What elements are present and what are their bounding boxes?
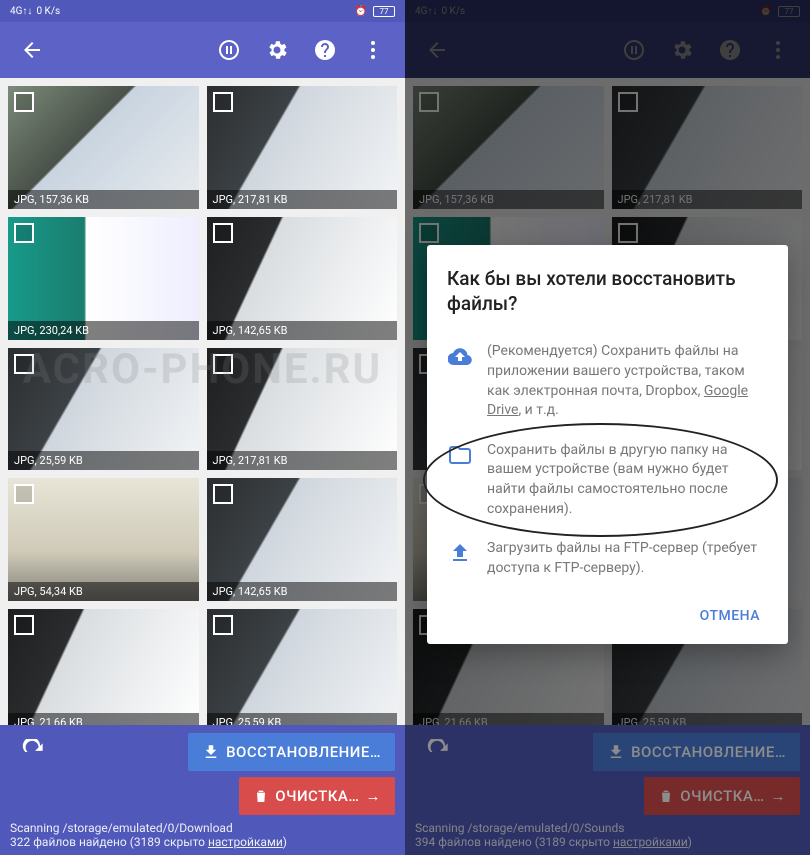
checkbox[interactable]: [14, 615, 34, 635]
checkbox[interactable]: [14, 484, 34, 504]
bottom-panel: ВОССТАНОВЛЕНИЕ… ОЧИСТКА… → Scanning /sto…: [0, 725, 405, 855]
settings-button[interactable]: [257, 30, 297, 70]
scan-count: 322 файлов найдено (3189 скрыто настройк…: [10, 835, 395, 849]
restore-label: ВОССТАНОВЛЕНИЕ…: [226, 743, 381, 761]
thumbnail-label: JPG, 142,65 KB: [207, 321, 398, 340]
thumbnail-label: JPG, 157,36 KB: [8, 190, 199, 209]
checkbox[interactable]: [213, 484, 233, 504]
status-bar: 4G↑↓ 0 K/s ⏰ 77: [0, 0, 405, 22]
option-cloud[interactable]: (Рекомендуется) Сохранить файлы на прило…: [447, 332, 768, 430]
thumbnail-item[interactable]: JPG, 54,34 KB: [8, 478, 199, 601]
dialog-title: Как бы вы хотели восстановить файлы?: [447, 267, 768, 316]
overflow-button[interactable]: [353, 30, 393, 70]
option-ftp[interactable]: Загрузить файлы на FTP-сервер (требует д…: [447, 529, 768, 588]
refresh-button[interactable]: [16, 734, 52, 770]
thumbnail-label: JPG, 142,65 KB: [207, 582, 398, 601]
phone-left: 4G↑↓ 0 K/s ⏰ 77 JPG, 157,36 KB JPG, 217,81…: [0, 0, 405, 855]
back-button[interactable]: [12, 30, 52, 70]
option-folder[interactable]: Сохранить файлы в другую папку на вашем …: [447, 431, 768, 529]
speed-indicator: 0 K/s: [36, 6, 60, 17]
checkbox[interactable]: [213, 92, 233, 112]
thumbnail-item[interactable]: JPG, 157,36 KB: [8, 86, 199, 209]
pause-button[interactable]: [209, 30, 249, 70]
restore-dialog: Как бы вы хотели восстановить файлы? (Ре…: [427, 245, 788, 644]
refresh-button[interactable]: [421, 734, 457, 770]
settings-link[interactable]: настройками: [613, 835, 688, 849]
scan-path: Scanning /storage/emulated/0/Download: [10, 821, 395, 835]
cleanup-button[interactable]: ОЧИСТКА… →: [239, 777, 395, 815]
checkbox[interactable]: [213, 615, 233, 635]
thumbnail-item[interactable]: JPG, 25,59 KB: [207, 609, 398, 732]
thumbnail-item[interactable]: JPG, 217,81 KB: [207, 86, 398, 209]
checkbox[interactable]: [14, 92, 34, 112]
thumbnail-item[interactable]: JPG, 230,24 KB: [8, 217, 199, 340]
thumbnail-item[interactable]: JPG, 25,59 KB: [8, 348, 199, 471]
folder-icon: [448, 443, 472, 467]
checkbox[interactable]: [14, 223, 34, 243]
checkbox[interactable]: [213, 354, 233, 374]
settings-link[interactable]: настройками: [208, 835, 283, 849]
app-bar: [0, 22, 405, 78]
cleanup-label: ОЧИСТКА…: [275, 787, 359, 805]
network-indicator: 4G↑↓: [10, 6, 32, 17]
upload-icon: [448, 541, 472, 565]
thumbnail-item[interactable]: JPG, 142,65 KB: [207, 217, 398, 340]
restore-button[interactable]: ВОССТАНОВЛЕНИЕ…: [593, 733, 800, 771]
battery-indicator: 77: [373, 6, 395, 17]
bottom-panel: ВОССТАНОВЛЕНИЕ… ОЧИСТКА… → Scanning /sto…: [405, 725, 810, 855]
thumbnail-label: JPG, 25,59 KB: [8, 451, 199, 470]
thumbnail-grid: JPG, 157,36 KB JPG, 217,81 KB JPG, 230,24 …: [0, 78, 405, 740]
alarm-icon: ⏰: [355, 6, 367, 17]
phone-right: 4G↑↓0 K/s ⏰77 JPG, 157,36 KBJPG, 217,81 …: [405, 0, 810, 855]
cleanup-button[interactable]: ОЧИСТКА… →: [644, 777, 800, 815]
checkbox[interactable]: [213, 223, 233, 243]
thumbnail-label: JPG, 54,34 KB: [8, 582, 199, 601]
thumbnail-label: JPG, 217,81 KB: [207, 451, 398, 470]
thumbnail-item[interactable]: JPG, 142,65 KB: [207, 478, 398, 601]
checkbox[interactable]: [14, 354, 34, 374]
restore-button[interactable]: ВОССТАНОВЛЕНИЕ…: [188, 733, 395, 771]
thumbnail-item[interactable]: JPG, 21,66 KB: [8, 609, 199, 732]
arrow-icon: →: [366, 787, 382, 805]
thumbnail-label: JPG, 217,81 KB: [207, 190, 398, 209]
thumbnail-item[interactable]: JPG, 217,81 KB: [207, 348, 398, 471]
thumbnail-label: JPG, 230,24 KB: [8, 321, 199, 340]
cloud-upload-icon: [448, 344, 472, 368]
cancel-button[interactable]: ОТМЕНА: [692, 598, 768, 634]
help-button[interactable]: [305, 30, 345, 70]
